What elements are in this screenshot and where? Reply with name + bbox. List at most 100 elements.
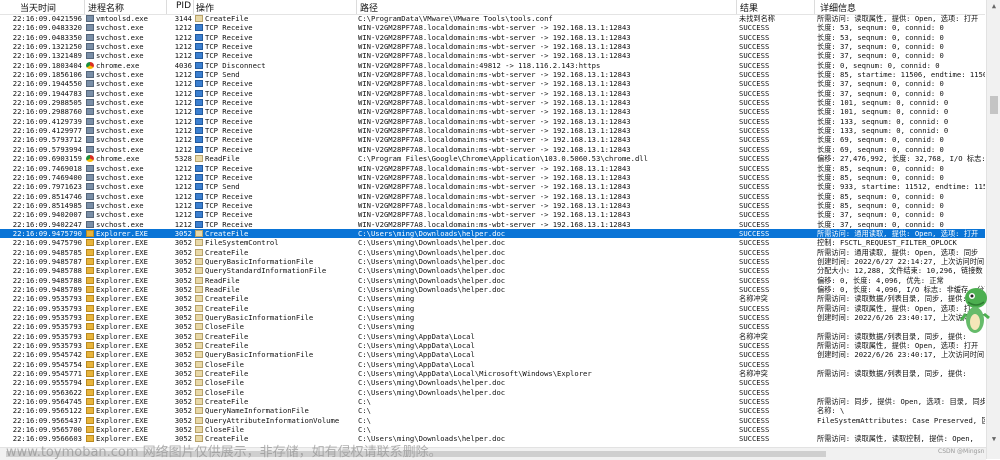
- table-row[interactable]: 22:16:09.0483350 svchost.exe 1212 TCP Recei…: [0, 33, 985, 42]
- operation-name: TCP Receive: [205, 42, 253, 52]
- table-row[interactable]: 22:16:09.7469400 svchost.exe 1212 TCP Recei…: [0, 173, 985, 182]
- vertical-scroll-thumb[interactable]: [990, 96, 998, 114]
- table-row[interactable]: 22:16:09.9402247 svchost.exe 1212 TCP Recei…: [0, 220, 985, 229]
- event-detail: 长度: 101, seqnum: 0, connid: 0: [817, 107, 949, 117]
- table-row[interactable]: 22:16:09.9485788 Explorer.EXE 3052 ReadFile…: [0, 276, 985, 285]
- process-id: 1212: [174, 172, 192, 182]
- process-id: 3052: [174, 350, 192, 360]
- table-row[interactable]: 22:16:09.9563622 Explorer.EXE 3052 CloseFil…: [0, 388, 985, 397]
- col-header-result[interactable]: 结果: [740, 1, 758, 14]
- table-row[interactable]: 22:16:09.9535793 Explorer.EXE 3052 CreateFi…: [0, 304, 985, 313]
- event-result: SUCCESS: [739, 79, 770, 89]
- table-row[interactable]: 22:16:09.2988505 svchost.exe 1212 TCP Recei…: [0, 98, 985, 107]
- table-row[interactable]: 22:16:09.1944550 svchost.exe 1212 TCP Recei…: [0, 79, 985, 88]
- col-header-operation[interactable]: 操作: [196, 1, 214, 14]
- table-row[interactable]: 22:16:09.4129739 svchost.exe 1212 TCP Recei…: [0, 117, 985, 126]
- event-time: 22:16:09.7469400: [12, 172, 82, 182]
- event-result: SUCCESS: [739, 415, 770, 425]
- table-row[interactable]: 22:16:09.6903159 chrome.exe 5328 ReadFile C:…: [0, 154, 985, 163]
- column-separator[interactable]: [193, 0, 194, 14]
- table-row[interactable]: 22:16:09.9475790 Explorer.EXE 3052 CreateFi…: [0, 228, 985, 239]
- process-icon: [86, 136, 94, 144]
- file-icon: [195, 267, 203, 275]
- event-time: 22:16:09.0483350: [12, 32, 82, 42]
- event-detail: 创建时间: 2022/6/26 23:40:17, 上次访问时间: [817, 350, 985, 360]
- operation-name: FileSystemControl: [205, 238, 279, 248]
- event-detail: 所需访问: 读取属性, 提供: Open, 选项: 打开: [817, 14, 979, 23]
- event-detail: 长度: 85, seqnum: 0, connid: 0: [817, 163, 944, 173]
- process-name: Explorer.EXE: [96, 350, 148, 360]
- table-row[interactable]: 22:16:09.4129977 svchost.exe 1212 TCP Recei…: [0, 126, 985, 135]
- table-row[interactable]: 22:16:09.0421596 vmtoolsd.exe 3144 CreateFi…: [0, 14, 985, 23]
- table-row[interactable]: 22:16:09.9555794 Explorer.EXE 3052 CloseFil…: [0, 378, 985, 387]
- process-icon: [86, 89, 94, 97]
- column-separator[interactable]: [814, 0, 815, 14]
- table-row[interactable]: 22:16:09.9485789 Explorer.EXE 3052 ReadFile…: [0, 285, 985, 294]
- table-row[interactable]: 22:16:09.1321250 svchost.exe 1212 TCP Recei…: [0, 42, 985, 51]
- col-header-path[interactable]: 路径: [360, 1, 378, 14]
- network-icon: [195, 145, 203, 153]
- table-row[interactable]: 22:16:09.5793712 svchost.exe 1212 TCP Recei…: [0, 135, 985, 144]
- table-row[interactable]: 22:16:09.7971623 svchost.exe 1212 TCP Send W…: [0, 182, 985, 191]
- column-separator[interactable]: [166, 0, 167, 14]
- table-row[interactable]: 22:16:09.9535793 Explorer.EXE 3052 CreateFi…: [0, 332, 985, 341]
- event-detail: 长度: 69, seqnum: 0, connid: 0: [817, 144, 944, 154]
- table-row[interactable]: 22:16:09.9565122 Explorer.EXE 3052 QueryNam…: [0, 406, 985, 415]
- event-time: 22:16:09.1321489: [12, 51, 82, 61]
- event-time: 22:16:09.9565122: [12, 406, 82, 416]
- event-result: SUCCESS: [739, 359, 770, 369]
- table-row[interactable]: 22:16:09.9565437 Explorer.EXE 3052 QueryAtt…: [0, 416, 985, 425]
- event-path: C:\Users\ming\AppData\Local: [358, 359, 475, 369]
- event-detail: 长度: 933, startime: 11512, endtime: 11512: [817, 182, 985, 192]
- table-row[interactable]: 22:16:09.9485787 Explorer.EXE 3052 QueryBas…: [0, 257, 985, 266]
- table-row[interactable]: 22:16:09.2988760 svchost.exe 1212 TCP Recei…: [0, 107, 985, 116]
- table-row[interactable]: 22:16:09.1321489 svchost.exe 1212 TCP Recei…: [0, 51, 985, 60]
- process-name: Explorer.EXE: [96, 406, 148, 416]
- file-icon: [195, 314, 203, 321]
- event-list[interactable]: 22:16:09.0421596 vmtoolsd.exe 3144 CreateFi…: [0, 14, 985, 445]
- table-row[interactable]: 22:16:09.5793994 svchost.exe 1212 TCP Recei…: [0, 145, 985, 154]
- event-time: 22:16:09.9475790: [12, 228, 82, 238]
- table-row[interactable]: 22:16:09.9545771 Explorer.EXE 3052 CreateFi…: [0, 369, 985, 378]
- table-row[interactable]: 22:16:09.9545754 Explorer.EXE 3052 CloseFil…: [0, 360, 985, 369]
- process-icon: [86, 173, 94, 181]
- network-icon: [195, 43, 203, 51]
- table-row[interactable]: 22:16:09.7469018 svchost.exe 1212 TCP Recei…: [0, 164, 985, 173]
- table-row[interactable]: 22:16:09.9485785 Explorer.EXE 3052 CreateFi…: [0, 248, 985, 257]
- event-detail: 长度: 37, seqnum: 0, connid: 0: [817, 42, 944, 52]
- vertical-scrollbar[interactable]: ▲ ▼: [986, 0, 1000, 459]
- table-row[interactable]: 22:16:09.8514746 svchost.exe 1212 TCP Recei…: [0, 192, 985, 201]
- column-separator[interactable]: [736, 0, 737, 14]
- table-row[interactable]: 22:16:09.9535793 Explorer.EXE 3052 CreateFi…: [0, 341, 985, 350]
- col-header-time[interactable]: 当天时间: [20, 1, 56, 14]
- table-row[interactable]: 22:16:09.1803404 chrome.exe 4036 TCP Discon…: [0, 61, 985, 70]
- event-result: SUCCESS: [739, 284, 770, 294]
- table-row[interactable]: 22:16:09.1944783 svchost.exe 1212 TCP Recei…: [0, 89, 985, 98]
- table-row[interactable]: 22:16:09.9485788 Explorer.EXE 3052 QuerySta…: [0, 266, 985, 275]
- table-row[interactable]: 22:16:09.9475790 Explorer.EXE 3052 FileSyst…: [0, 238, 985, 247]
- table-row[interactable]: 22:16:09.9535793 Explorer.EXE 3052 CreateFi…: [0, 294, 985, 303]
- table-row[interactable]: 22:16:09.1856106 svchost.exe 1212 TCP Send W…: [0, 70, 985, 79]
- table-row[interactable]: 22:16:09.9535793 Explorer.EXE 3052 QueryBas…: [0, 313, 985, 322]
- table-row[interactable]: 22:16:09.9402007 svchost.exe 1212 TCP Recei…: [0, 210, 985, 219]
- col-header-pid[interactable]: PID: [176, 1, 191, 11]
- process-name: svchost.exe: [96, 135, 144, 145]
- event-detail: 长度: 85, seqnum: 0, connid: 0: [817, 172, 944, 182]
- col-header-process[interactable]: 进程名称: [88, 1, 124, 14]
- scroll-down-arrow-icon[interactable]: ▼: [990, 435, 998, 443]
- column-separator[interactable]: [356, 0, 357, 14]
- column-separator[interactable]: [84, 0, 85, 14]
- table-row[interactable]: 22:16:09.0483320 svchost.exe 1212 TCP Recei…: [0, 23, 985, 32]
- table-row[interactable]: 22:16:09.9545742 Explorer.EXE 3052 QueryBas…: [0, 350, 985, 359]
- file-icon: [195, 370, 203, 378]
- table-row[interactable]: 22:16:09.9564745 Explorer.EXE 3052 CreateFi…: [0, 397, 985, 406]
- table-row[interactable]: 22:16:09.9565700 Explorer.EXE 3052 CloseFil…: [0, 425, 985, 434]
- col-header-detail[interactable]: 详细信息: [820, 1, 856, 14]
- event-path: C:\Users\ming: [358, 313, 415, 322]
- table-row[interactable]: 22:16:09.8514985 svchost.exe 1212 TCP Recei…: [0, 201, 985, 210]
- event-path: WIN-V2GM28PF7A8.localdomain:ms-wbt-serve…: [358, 191, 631, 201]
- table-row[interactable]: 22:16:09.9535793 Explorer.EXE 3052 CloseFil…: [0, 322, 985, 331]
- event-path: WIN-V2GM28PF7A8.localdomain:ms-wbt-serve…: [358, 42, 631, 52]
- process-name: svchost.exe: [96, 79, 144, 89]
- scroll-up-arrow-icon[interactable]: ▲: [990, 2, 998, 10]
